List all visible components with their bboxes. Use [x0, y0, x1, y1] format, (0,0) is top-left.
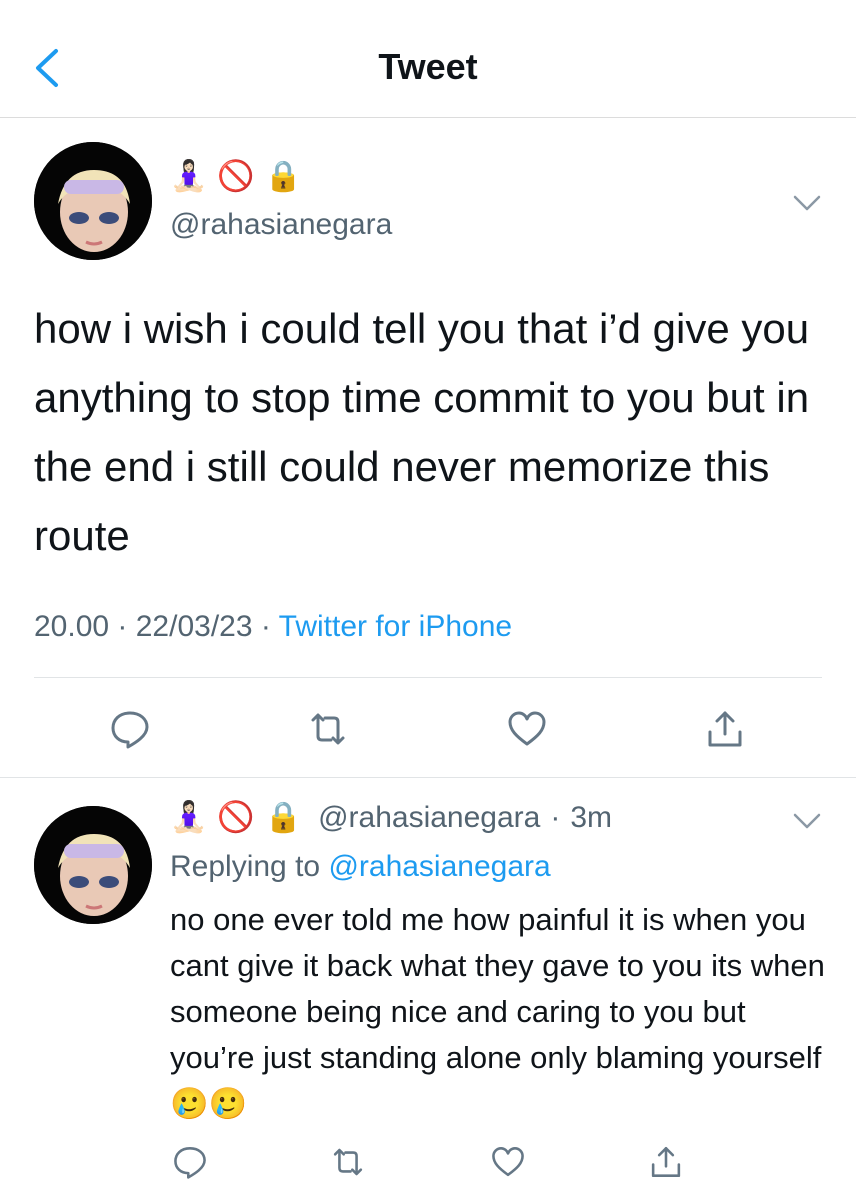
share-icon[interactable]: [648, 1144, 684, 1180]
page-title: Tweet: [378, 46, 478, 87]
reply-icon[interactable]: [172, 1144, 208, 1180]
reply-header: 🧘🏻‍♀️ 🚫 🔒 @rahasianegara · 3m: [170, 800, 612, 835]
display-name[interactable]: 🧘🏻‍♀️ 🚫 🔒: [170, 162, 302, 192]
nav-bar: Tweet: [0, 0, 856, 118]
replying-to: Replying to @rahasianegara: [170, 850, 551, 883]
emoji: 🔒: [264, 160, 303, 193]
emoji: 🚫: [217, 160, 255, 193]
tweet-source-link[interactable]: Twitter for iPhone: [279, 610, 512, 643]
caret-down-icon[interactable]: [793, 812, 821, 830]
share-icon[interactable]: [702, 706, 748, 752]
reply-text: no one ever told me how painful it is wh…: [170, 902, 825, 1121]
tweet-text: how i wish i could tell you that i’d giv…: [34, 305, 810, 559]
user-handle[interactable]: @rahasianegara: [170, 208, 392, 242]
reply-age: 3m: [570, 800, 613, 834]
tweet-meta: 20.00 · 22/03/23 · Twitter for iPhone: [34, 610, 513, 643]
age-separator: ·: [550, 800, 561, 834]
avatar[interactable]: [34, 142, 152, 260]
divider: [34, 677, 822, 678]
reply-icon[interactable]: [107, 706, 153, 752]
retweet-icon[interactable]: [305, 706, 351, 752]
emoji: 🧘🏻‍♀️: [170, 160, 208, 193]
tweet-time: 20.00: [34, 610, 110, 643]
reply-avatar[interactable]: [34, 806, 152, 924]
reply-handle[interactable]: @rahasianegara: [318, 801, 540, 835]
caret-down-icon[interactable]: [793, 194, 821, 212]
like-icon[interactable]: [504, 706, 550, 752]
mention-link[interactable]: @rahasianegara: [328, 850, 550, 883]
emoji[interactable]: 🚫: [217, 800, 254, 835]
tweet-date: 22/03/23: [135, 610, 253, 643]
section-divider: [0, 777, 856, 778]
like-icon[interactable]: [490, 1144, 526, 1180]
trailing-emojis: 🥲🥲: [170, 1086, 248, 1121]
retweet-icon[interactable]: [330, 1144, 366, 1180]
emoji[interactable]: 🔒: [265, 800, 302, 835]
emoji[interactable]: 🧘🏻‍♀️: [170, 800, 207, 835]
